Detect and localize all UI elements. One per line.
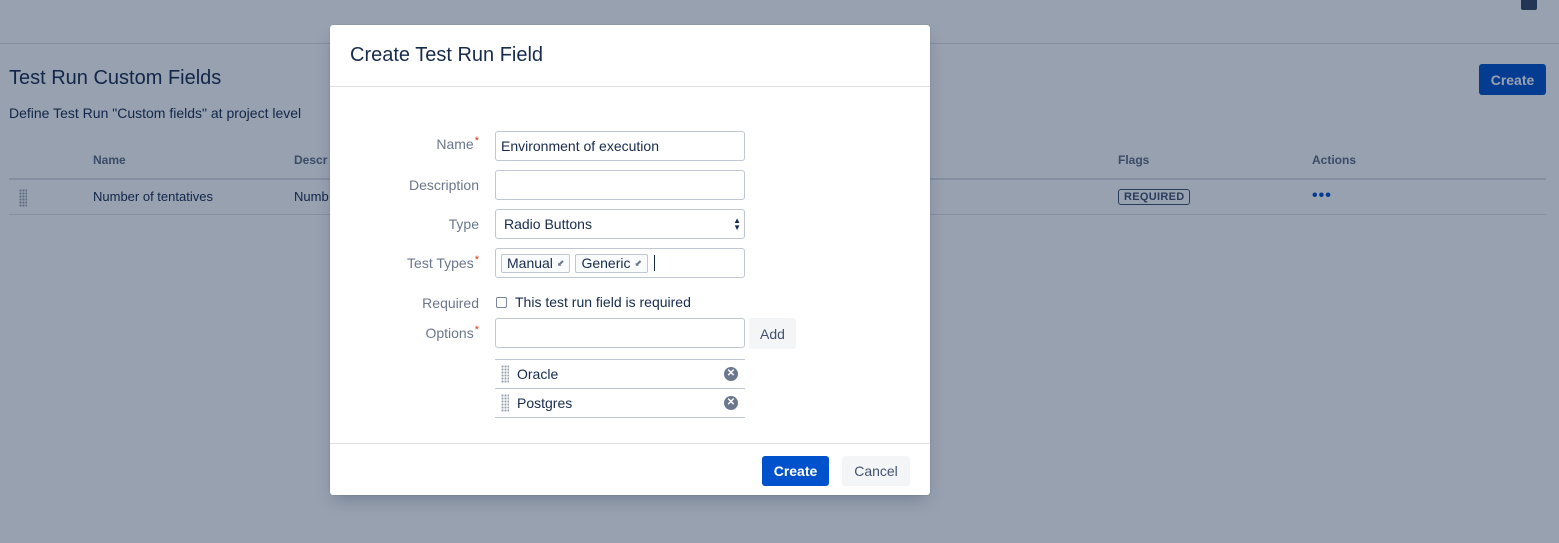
cancel-button[interactable]: Cancel bbox=[842, 456, 910, 486]
drag-handle-icon[interactable] bbox=[501, 365, 509, 383]
options-label-text: Options bbox=[425, 325, 474, 341]
name-label: Name* bbox=[330, 135, 479, 152]
list-item: Postgres ✕ bbox=[495, 389, 745, 418]
required-marker: * bbox=[474, 254, 479, 266]
select-arrows-icon: ▲ ▼ bbox=[733, 216, 741, 232]
remove-option-icon[interactable]: ✕ bbox=[724, 367, 738, 381]
required-checkbox[interactable] bbox=[496, 297, 507, 308]
text-cursor bbox=[654, 255, 656, 271]
name-label-text: Name bbox=[436, 136, 474, 152]
type-select-value: Radio Buttons bbox=[504, 216, 592, 232]
dialog-header: Create Test Run Field bbox=[330, 25, 930, 87]
test-types-label-text: Test Types bbox=[407, 255, 474, 271]
list-item: Oracle ✕ bbox=[495, 360, 745, 389]
add-option-button[interactable]: Add bbox=[749, 318, 796, 349]
description-input[interactable] bbox=[495, 170, 745, 200]
create-test-run-field-dialog: Create Test Run Field Name* Description … bbox=[330, 25, 930, 495]
name-input[interactable] bbox=[495, 131, 745, 161]
options-label: Options* bbox=[330, 324, 479, 341]
tag-label: Manual bbox=[507, 254, 553, 271]
test-types-label: Test Types* bbox=[330, 254, 479, 271]
dialog-footer: Create Cancel bbox=[330, 443, 930, 495]
remove-option-icon[interactable]: ✕ bbox=[724, 396, 738, 410]
options-list: Oracle ✕ Postgres ✕ bbox=[495, 359, 745, 418]
remove-tag-icon[interactable]: ⬋ bbox=[635, 255, 643, 272]
test-types-multiselect[interactable]: Manual ⬋ Generic ⬋ bbox=[495, 248, 745, 278]
tag-generic[interactable]: Generic ⬋ bbox=[575, 253, 649, 273]
required-marker: * bbox=[474, 135, 479, 147]
description-label: Description bbox=[408, 177, 479, 193]
tag-label: Generic bbox=[581, 254, 631, 271]
tag-manual[interactable]: Manual ⬋ bbox=[501, 253, 571, 273]
required-marker: * bbox=[474, 324, 479, 336]
dialog-title: Create Test Run Field bbox=[350, 44, 544, 66]
drag-handle-icon[interactable] bbox=[501, 394, 509, 412]
option-input[interactable] bbox=[495, 318, 745, 348]
option-label: Oracle bbox=[517, 366, 559, 382]
required-checkbox-label[interactable]: This test run field is required bbox=[515, 294, 691, 310]
create-button[interactable]: Create bbox=[762, 456, 829, 486]
option-label: Postgres bbox=[517, 395, 573, 411]
type-select[interactable]: Radio Buttons ▲ ▼ bbox=[495, 209, 745, 239]
required-label: Required bbox=[422, 295, 479, 311]
remove-tag-icon[interactable]: ⬋ bbox=[557, 255, 565, 272]
type-label: Type bbox=[448, 216, 479, 232]
